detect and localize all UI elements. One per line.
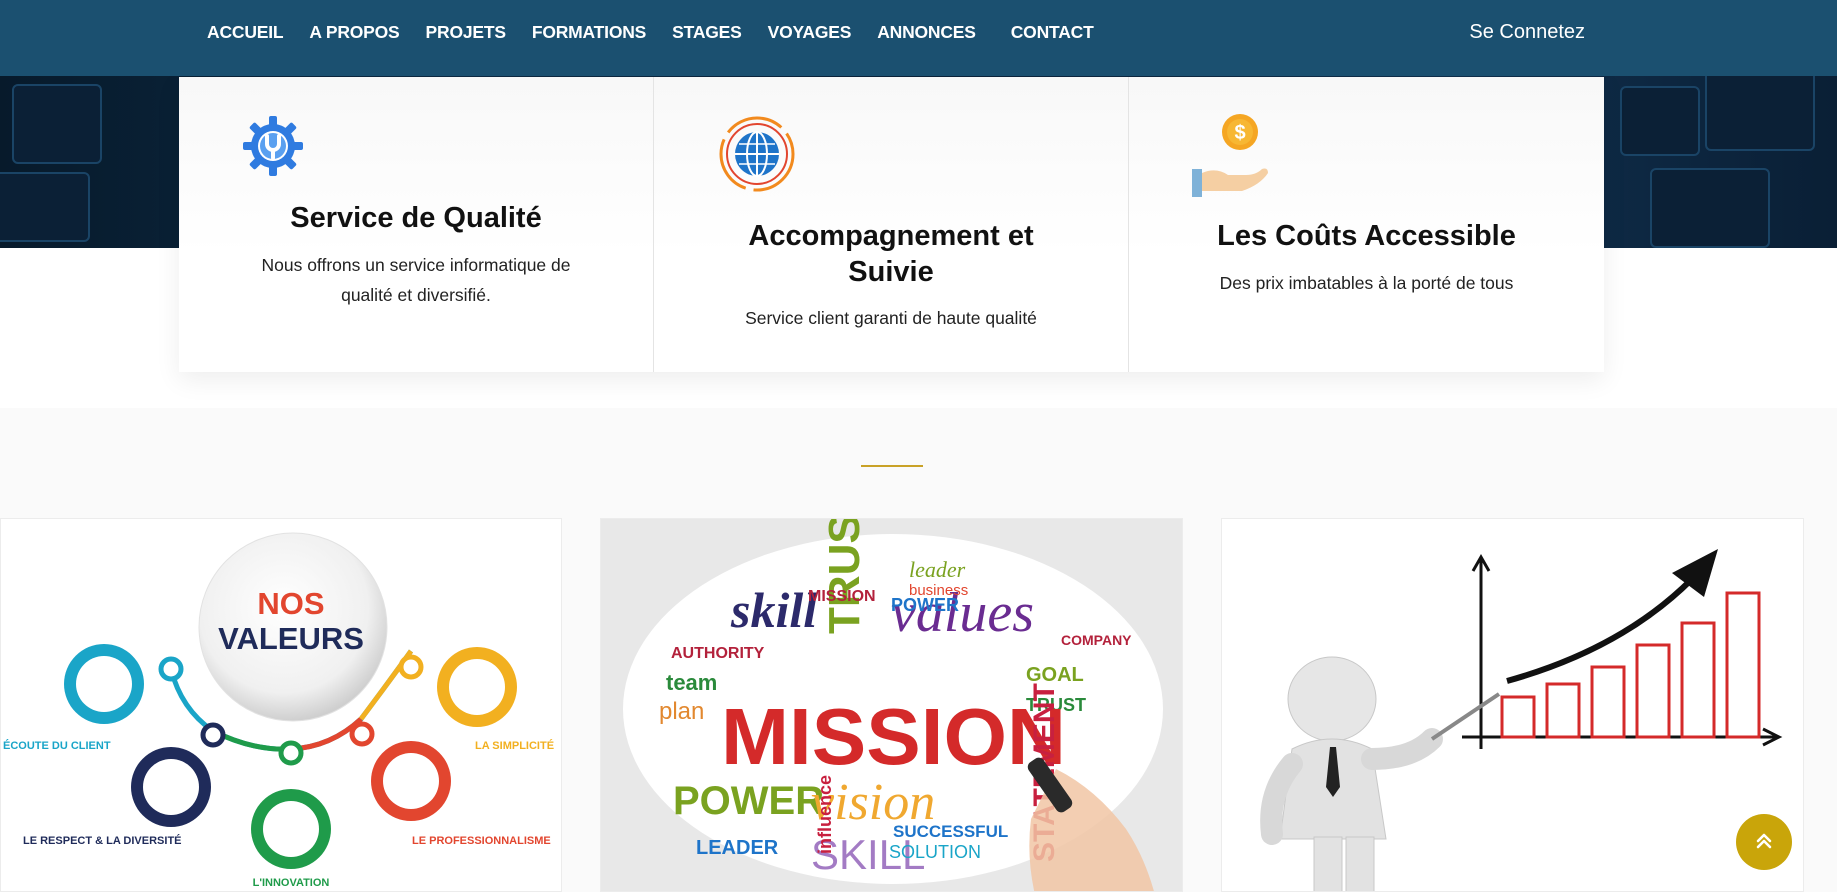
feature-card-support: Accompagnement et Suivie Service client … — [654, 77, 1129, 372]
feature-description: Nous offrons un service informatique de … — [246, 250, 586, 310]
keyboard-key-decoration — [1705, 76, 1815, 151]
cloud-word: POWER — [673, 779, 824, 823]
cloud-word-main: MISSION — [721, 692, 1066, 781]
nav-item-annonces[interactable]: ANNONCES — [877, 22, 976, 43]
login-link[interactable]: Se Connetez — [1469, 0, 1585, 64]
cloud-word: MISSION — [808, 588, 876, 605]
svg-text:$: $ — [1234, 122, 1245, 144]
keyboard-key-decoration — [0, 172, 90, 242]
feature-description: Service client garanti de haute qualité — [745, 308, 1037, 328]
top-navbar: ACCUEIL A PROPOS PROJETS FORMATIONS STAG… — [0, 0, 1837, 76]
feature-title: Accompagnement et Suivie — [654, 218, 1128, 290]
nav-item-formations[interactable]: FORMATIONS — [532, 22, 647, 43]
cloud-word: influence — [815, 775, 835, 854]
values-image: NOS VALEURS ÉCOUTE DU CLIENT LE RESPECT … — [0, 518, 562, 892]
scroll-to-top-button[interactable] — [1736, 814, 1792, 870]
values-title-line: NOS — [257, 586, 324, 621]
cloud-word: COMPANY — [1061, 632, 1132, 648]
feature-title-line: Accompagnement et — [748, 220, 1034, 252]
mission-word-cloud: skill TRUST values leader business POWER… — [623, 519, 1163, 891]
cloud-word: GOAL — [1026, 664, 1084, 686]
feature-title: Les Coûts Accessible — [1217, 220, 1516, 252]
value-label: LA SIMPLICITÉ — [475, 739, 554, 752]
feature-title: Service de Qualité — [290, 202, 542, 234]
coin-hand-icon: $ — [1190, 113, 1274, 202]
growth-illustration — [1260, 549, 1783, 891]
nav-item-projets[interactable]: PROJETS — [426, 22, 506, 43]
cloud-word: LEADER — [696, 837, 779, 859]
keyboard-key-decoration — [1650, 168, 1770, 248]
value-label: ÉCOUTE DU CLIENT — [3, 739, 111, 752]
cloud-word: POWER — [891, 595, 959, 615]
cloud-word: team — [666, 670, 717, 695]
gear-wrench-icon — [241, 114, 305, 183]
mission-image: skill TRUST values leader business POWER… — [600, 518, 1183, 892]
nav-item-contact[interactable]: CONTACT — [1011, 22, 1094, 43]
cloud-word: SUCCESSFUL — [893, 822, 1008, 841]
value-label: LE PROFESSIONNALISME — [412, 835, 551, 847]
globe-icon — [717, 114, 797, 199]
cloud-word: SOLUTION — [889, 842, 981, 862]
values-title-line: VALEURS — [218, 621, 364, 656]
section-divider — [861, 465, 923, 467]
nav-item-voyages[interactable]: VOYAGES — [768, 22, 852, 43]
figure-illustration — [1260, 656, 1501, 891]
feature-card-quality: Service de Qualité Nous offrons un servi… — [179, 77, 654, 372]
value-label: L'INNOVATION — [253, 877, 330, 889]
cloud-word: plan — [659, 698, 704, 725]
double-chevron-up-icon — [1753, 829, 1775, 856]
growth-image — [1221, 518, 1804, 892]
feature-description: Des prix imbatables à la porté de tous — [1219, 273, 1514, 293]
feature-card-pricing: $ Les Coûts Accessible Des prix imbatabl… — [1129, 77, 1604, 372]
features-panel: Service de Qualité Nous offrons un servi… — [179, 77, 1604, 372]
cloud-word: TRUST — [820, 519, 869, 634]
values-infographic: NOS VALEURS ÉCOUTE DU CLIENT LE RESPECT … — [3, 532, 554, 889]
nav-item-stages[interactable]: STAGES — [672, 22, 742, 43]
keyboard-key-decoration — [12, 84, 102, 164]
cloud-word: AUTHORITY — [671, 645, 765, 662]
cloud-word: leader — [909, 557, 966, 582]
value-label: LE RESPECT & LA DIVERSITÉ — [23, 834, 182, 847]
keyboard-key-decoration — [1620, 86, 1700, 156]
nav-item-accueil[interactable]: ACCUEIL — [207, 22, 284, 43]
nav-menu: ACCUEIL A PROPOS PROJETS FORMATIONS STAG… — [207, 0, 1120, 64]
feature-description-line: Nous offrons un service informatique de — [261, 255, 571, 275]
feature-title-line: Suivie — [848, 256, 934, 288]
cloud-word: skill — [730, 582, 817, 638]
feature-description-line: qualité et diversifié. — [341, 285, 491, 305]
nav-item-a-propos[interactable]: A PROPOS — [309, 22, 399, 43]
